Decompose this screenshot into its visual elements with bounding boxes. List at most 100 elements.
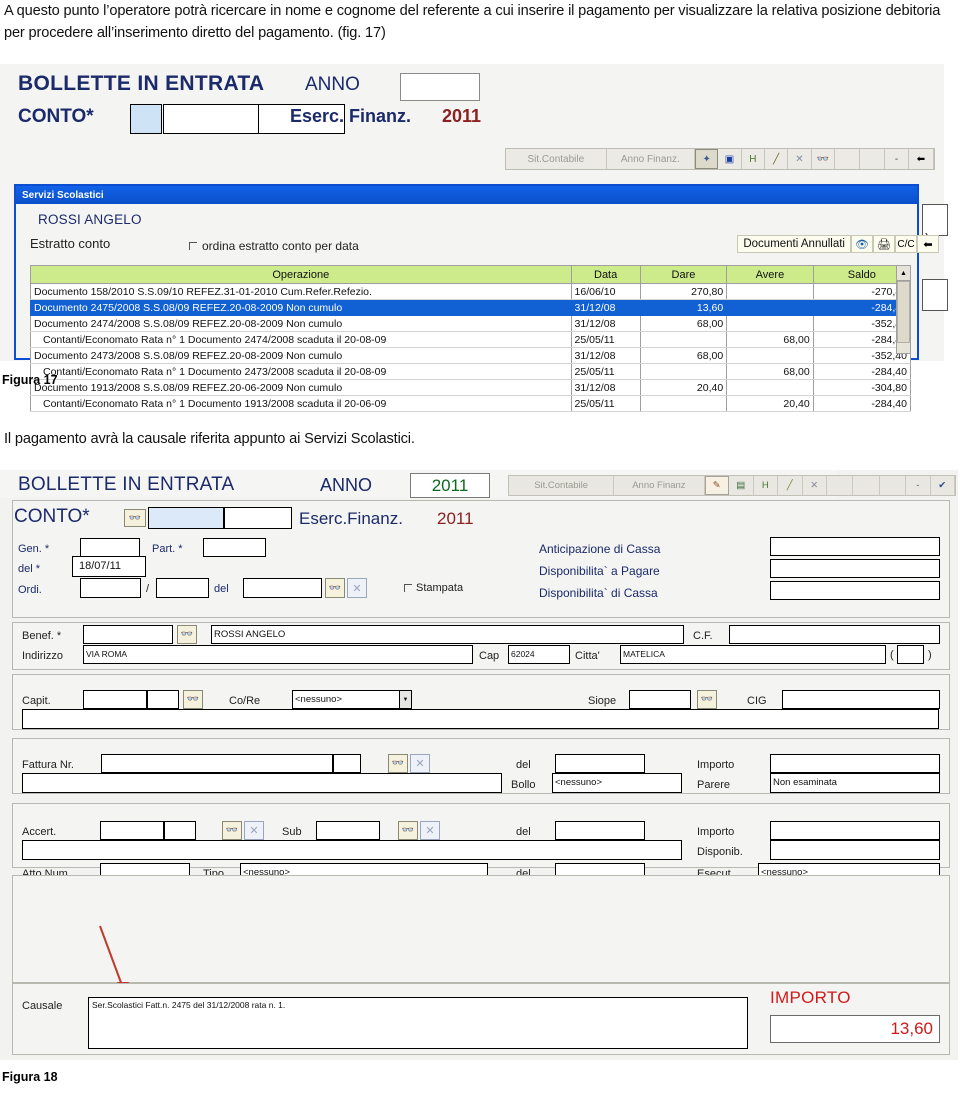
clear-x-icon[interactable]: ✕	[420, 821, 440, 840]
disponibilita-cassa-input[interactable]	[770, 581, 940, 600]
benef-name-input[interactable]: ROSSI ANGELO	[211, 625, 684, 644]
fattura-input-2[interactable]	[333, 754, 361, 773]
new-record-icon[interactable]: ▤	[729, 476, 754, 495]
pencil-circle-icon[interactable]: ✦	[694, 149, 719, 169]
citta-input[interactable]: MATELICA	[620, 645, 886, 664]
table-row[interactable]: Documento 2475/2008 S.S.08/09 REFEZ.20-0…	[30, 299, 912, 316]
causale-textarea[interactable]: Ser.Scolastici Fatt.n. 2475 del 31/12/20…	[88, 997, 748, 1049]
binoculars-icon[interactable]: 👓	[388, 754, 408, 773]
accert-del-input[interactable]	[555, 821, 645, 840]
documenti-annullati-button[interactable]: Documenti Annullati	[737, 235, 851, 253]
chevron-down-icon[interactable]: ▼	[399, 691, 411, 708]
disponibilita-pagare-input[interactable]	[770, 559, 940, 578]
importo-big-value[interactable]: 13,60	[770, 1015, 940, 1043]
core-select[interactable]: <nessuno> ▼	[292, 690, 412, 709]
importo-input[interactable]	[770, 754, 940, 773]
disponib-input[interactable]	[770, 840, 940, 860]
f18-anno-finanz-button[interactable]: Anno Finanz	[614, 476, 705, 495]
binoculars-icon[interactable]: 👓	[398, 821, 418, 840]
prov-input[interactable]	[897, 645, 924, 664]
blank-tool-3[interactable]	[880, 476, 907, 495]
benef-code-input[interactable]	[83, 625, 173, 644]
delete-x-icon[interactable]: ✕	[788, 149, 812, 169]
f17-anno-finanz-button[interactable]: Anno Finanz.	[607, 149, 695, 169]
fattura-description-input[interactable]	[22, 773, 502, 793]
minus-icon[interactable]: -	[885, 149, 909, 169]
f18-conto-input-2[interactable]	[224, 507, 292, 529]
clear-x-icon[interactable]: ✕	[347, 578, 367, 598]
binoculars-icon[interactable]: 👓	[697, 690, 717, 709]
binoculars-icon[interactable]: 👓	[325, 578, 345, 598]
binoculars-icon[interactable]: 👓	[124, 509, 146, 527]
importo2-input[interactable]	[770, 821, 940, 840]
fattura-input-1[interactable]	[101, 754, 333, 773]
col-dare[interactable]: Dare	[639, 265, 728, 284]
stampata-checkbox[interactable]	[404, 584, 412, 592]
clear-x-icon[interactable]: ✕	[410, 754, 430, 773]
ordi-del-input[interactable]	[243, 578, 322, 598]
confirm-check-icon[interactable]: ✔	[931, 476, 956, 495]
f17-conto-box-2[interactable]	[163, 104, 260, 134]
edit-pencil-icon[interactable]: ╱	[778, 476, 803, 495]
indirizzo-input[interactable]: VIA ROMA	[83, 645, 473, 664]
h-bar-icon[interactable]: H	[742, 149, 765, 169]
f18-conto-input-1[interactable]	[148, 507, 224, 529]
ordi-input-2[interactable]	[156, 578, 209, 598]
f17-sit-contabile-button[interactable]: Sit.Contabile	[506, 149, 607, 169]
clear-x-icon[interactable]: ✕	[244, 821, 264, 840]
col-operazione[interactable]: Operazione	[30, 265, 572, 284]
binoculars-icon[interactable]: 👓	[177, 625, 197, 644]
preview-icon[interactable]: 👁	[851, 235, 873, 253]
cc-icon[interactable]: C/C	[895, 235, 917, 253]
capit-input-1[interactable]	[83, 690, 147, 709]
f17-anno-input[interactable]	[400, 73, 480, 101]
new-record-icon[interactable]: ▣	[718, 149, 742, 169]
accert-input-2[interactable]	[164, 821, 196, 840]
blank-tool-1[interactable]	[827, 476, 854, 495]
table-scrollbar[interactable]: ▲	[896, 265, 911, 354]
blank-tool-2[interactable]	[853, 476, 880, 495]
accert-input-1[interactable]	[100, 821, 164, 840]
scroll-up-arrow-icon[interactable]: ▲	[897, 266, 910, 281]
h-bar-icon[interactable]: H	[754, 476, 779, 495]
accert-description-input[interactable]	[22, 840, 682, 860]
minus-icon[interactable]: -	[906, 476, 931, 495]
cap-input[interactable]: 62024	[508, 645, 570, 664]
fattura-del-input[interactable]	[555, 754, 645, 773]
parere-input[interactable]: Non esaminata	[770, 773, 940, 793]
col-avere[interactable]: Avere	[726, 265, 814, 284]
ordina-per-data-checkbox[interactable]	[189, 242, 197, 250]
table-row[interactable]: Documento 158/2010 S.S.09/10 REFEZ.31-01…	[30, 283, 912, 300]
f17-conto-box-1[interactable]	[130, 104, 162, 134]
table-row[interactable]: Documento 2474/2008 S.S.08/09 REFEZ.20-0…	[30, 315, 912, 332]
f18-anno-input[interactable]: 2011	[410, 473, 490, 498]
binoculars-icon[interactable]: 👓	[222, 821, 242, 840]
capit-description-input[interactable]	[22, 709, 939, 729]
estratto-conto-table[interactable]: Operazione Data Dare Avere Saldo Documen…	[30, 265, 912, 412]
f18-sit-contabile-button[interactable]: Sit.Contabile	[509, 476, 615, 495]
back-arrow-icon[interactable]: ⬅	[909, 149, 934, 169]
anticipazione-cassa-input[interactable]	[770, 537, 940, 556]
table-row[interactable]: Documento 1913/2008 S.S.08/09 REFEZ.20-0…	[30, 379, 912, 396]
table-row[interactable]: Documento 2473/2008 S.S.08/09 REFEZ.20-0…	[30, 347, 912, 364]
table-row[interactable]: Contanti/Economato Rata n° 1 Documento 1…	[30, 395, 912, 412]
part-input[interactable]	[203, 538, 266, 557]
cf-input[interactable]	[729, 625, 940, 644]
stamp-icon[interactable]: ✎	[704, 476, 730, 495]
back-arrow-icon[interactable]: ⬅	[917, 235, 939, 253]
bollo-select[interactable]: <nessuno>	[552, 773, 682, 793]
binoculars-icon[interactable]: 👓	[812, 149, 835, 169]
print-icon[interactable]: 🖨	[873, 235, 895, 253]
col-data[interactable]: Data	[570, 265, 641, 284]
capit-input-2[interactable]	[147, 690, 179, 709]
gen-input[interactable]	[80, 538, 140, 557]
binoculars-icon[interactable]: 👓	[183, 690, 203, 709]
blank-tool-1[interactable]	[835, 149, 861, 169]
cig-input[interactable]	[782, 690, 940, 709]
table-row[interactable]: Contanti/Economato Rata n° 1 Documento 2…	[30, 363, 912, 380]
table-row[interactable]: Contanti/Economato Rata n° 1 Documento 2…	[30, 331, 912, 348]
siope-input[interactable]	[629, 690, 691, 709]
delete-x-icon[interactable]: ✕	[803, 476, 827, 495]
scroll-thumb[interactable]	[897, 281, 910, 343]
sub-input[interactable]	[316, 821, 380, 840]
